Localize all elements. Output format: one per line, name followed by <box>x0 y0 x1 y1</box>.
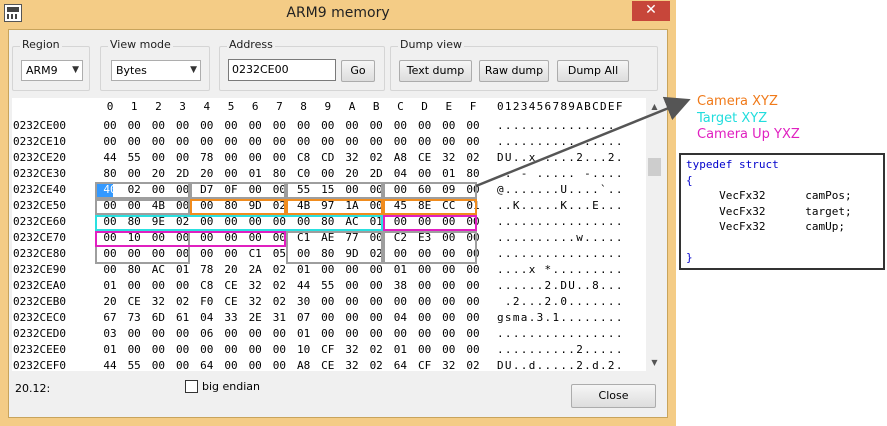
code-keyword: typedef struct <box>686 158 779 171</box>
struct-code-box: typedef struct { VecFx32 camPos; VecFx32 … <box>679 153 885 270</box>
camera-up-label: Camera Up YXZ <box>697 127 800 142</box>
code-line: { <box>686 174 693 187</box>
code-text: VecFx32 camPos; <box>686 189 852 202</box>
code-line: VecFx32 camPos; <box>686 189 852 202</box>
code-keyword: } <box>686 251 693 264</box>
code-line: } <box>686 251 693 264</box>
target-xyz-label: Target XYZ <box>697 111 768 126</box>
code-line: VecFx32 target; <box>686 204 852 218</box>
code-line: typedef struct <box>686 158 779 171</box>
code-keyword: { <box>686 173 693 187</box>
code-text: VecFx32 target; <box>686 204 852 218</box>
code-line: VecFx32 camUp; <box>686 220 845 233</box>
code-text: VecFx32 camUp; <box>686 220 845 233</box>
camera-xyz-label: Camera XYZ <box>697 94 778 109</box>
